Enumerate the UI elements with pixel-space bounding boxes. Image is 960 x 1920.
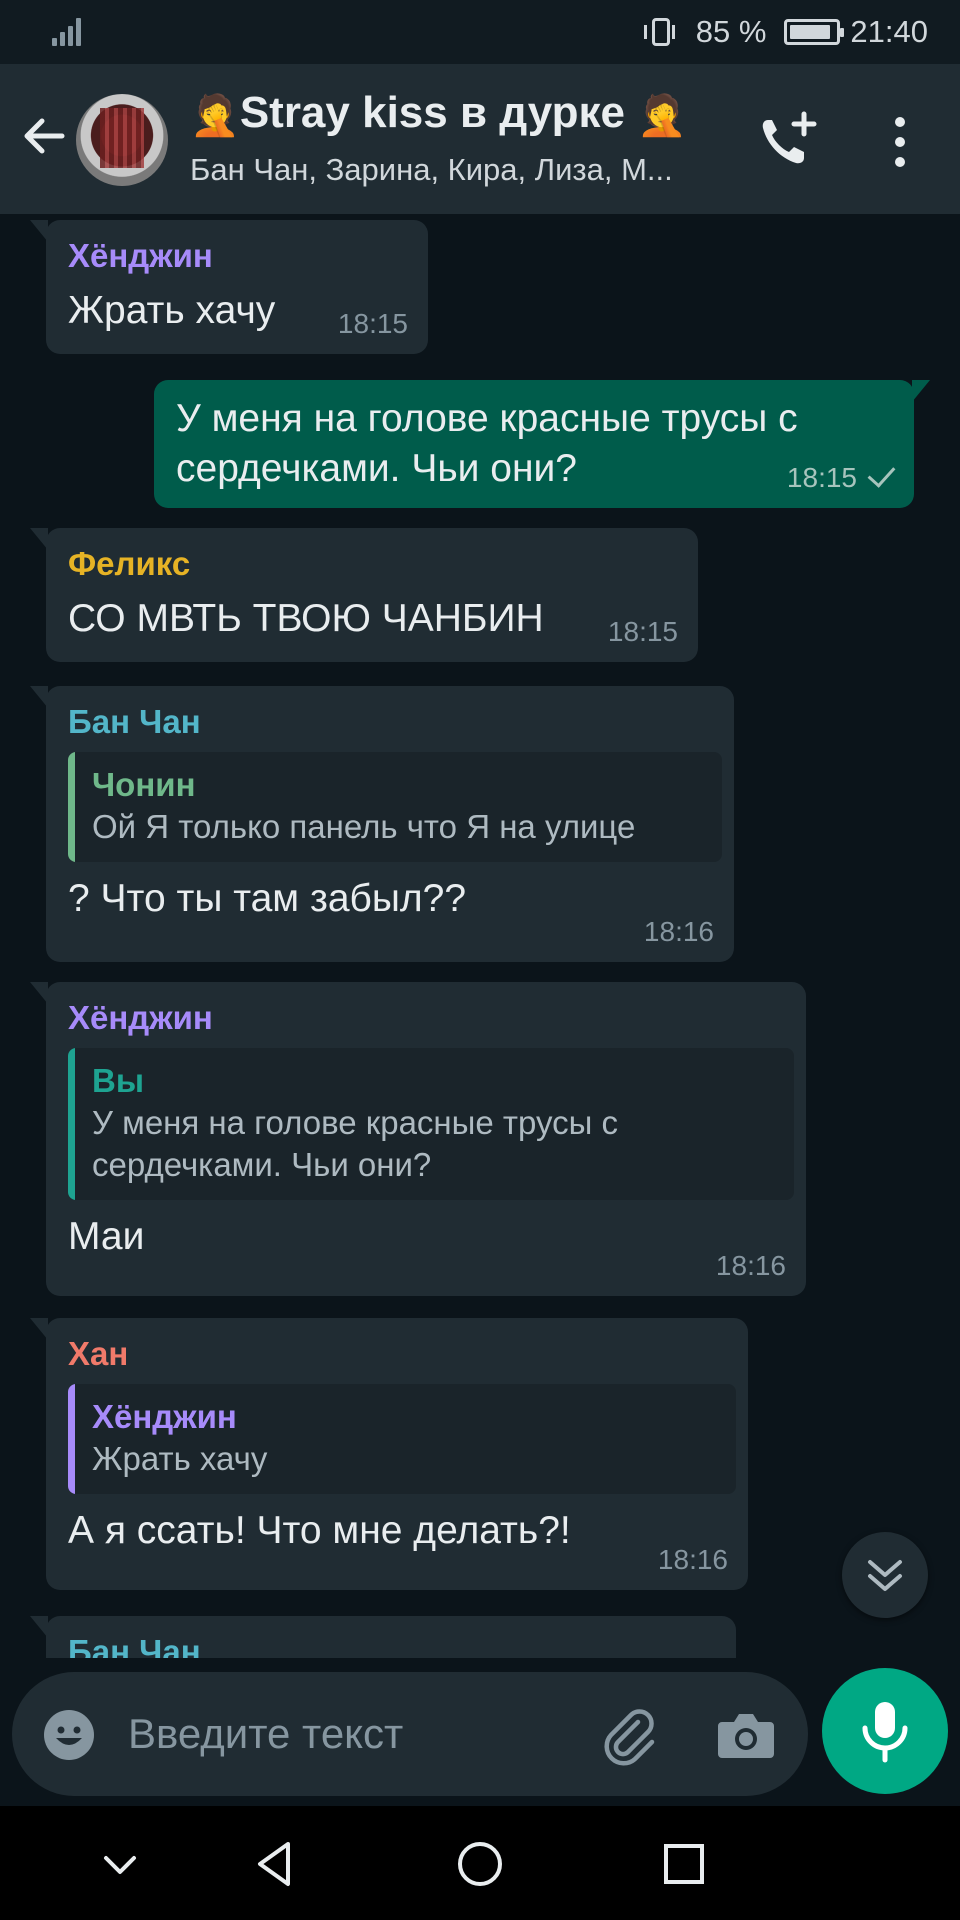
quoted-message[interactable]: Вы У меня на голове красные трусы с серд… [68, 1048, 794, 1200]
message-input-bar: Введите текст [12, 1672, 808, 1796]
message-time: 18:15 [607, 616, 678, 647]
sender-name: Бан Чан [68, 1633, 201, 1658]
sent-check-icon [867, 459, 896, 488]
sender-name: Хан [68, 1335, 129, 1372]
message-text: А я ссать! Что мне делать?! [68, 1509, 571, 1552]
message-bubble[interactable]: Хёнджин Жрать хачу 18:15 [30, 220, 428, 354]
message-bubble[interactable]: Хан Хёнджин Жрать хачу А я ссать! Что мн… [30, 1318, 748, 1590]
back-triangle-icon[interactable] [246, 1834, 306, 1894]
sender-name: Хёнджин [68, 999, 213, 1036]
back-arrow-icon[interactable] [18, 110, 70, 162]
message-text: СО МВТЬ ТВОЮ ЧАНБИН [68, 597, 544, 640]
quote-author: Чонин [92, 766, 196, 803]
message-time: 18:16 [715, 1250, 786, 1281]
signal-icon [52, 18, 86, 46]
sender-name: Феликс [68, 545, 191, 582]
quoted-message[interactable]: Чонин Ой Я только панель что Я на улице [68, 752, 722, 862]
quoted-message[interactable]: Хёнджин Жрать хачу [68, 1384, 736, 1494]
quote-author: Вы [92, 1062, 145, 1099]
message-time: 18:16 [643, 916, 714, 947]
chat-title[interactable]: 🤦Stray kiss в дурке 🤦 [190, 88, 730, 139]
scroll-to-bottom-button[interactable] [842, 1532, 928, 1618]
sender-name: Бан Чан [68, 703, 201, 740]
message-bubble[interactable]: Феликс СО МВТЬ ТВОЮ ЧАНБИН 18:15 [30, 528, 698, 662]
emoji-icon[interactable] [42, 1708, 96, 1762]
recents-square-icon[interactable] [654, 1834, 714, 1894]
status-bar: 85 % 21:40 [0, 0, 960, 64]
group-avatar[interactable] [76, 94, 168, 186]
message-list[interactable]: Хёнджин Жрать хачу 18:15 У меня на голов… [0, 214, 960, 1658]
battery-percent: 85 % [695, 14, 767, 49]
message-bubble[interactable]: Бан Чан [30, 1616, 736, 1658]
home-circle-icon[interactable] [450, 1834, 510, 1894]
hide-keyboard-chevron-icon[interactable] [90, 1834, 150, 1894]
double-chevron-down-icon [868, 1560, 902, 1591]
message-bubble[interactable]: Хёнджин Вы У меня на голове красные трус… [30, 982, 806, 1296]
add-call-icon[interactable] [754, 108, 824, 172]
message-time: 18:15 [337, 308, 408, 339]
facepalm-emoji-icon: 🤦 [190, 94, 240, 138]
message-bubble-outgoing[interactable]: У меня на голове красные трусы с сердечк… [154, 380, 930, 508]
system-navigation-bar [0, 1806, 960, 1920]
message-bubble[interactable]: Бан Чан Чонин Ой Я только панель что Я н… [30, 686, 734, 962]
quote-text: У меня на голове красные трусы с сердечк… [92, 1104, 619, 1183]
attach-paperclip-icon[interactable] [598, 1704, 660, 1766]
clock: 21:40 [850, 14, 928, 49]
message-text: Маи [68, 1215, 145, 1258]
quote-text: Ой Я только панель что Я на улице [92, 808, 636, 845]
battery-icon [784, 19, 845, 45]
camera-icon[interactable] [716, 1708, 776, 1762]
message-input[interactable]: Введите текст [128, 1710, 403, 1758]
facepalm-emoji-icon: 🤦 [637, 94, 688, 138]
chat-title-text: Stray kiss в дурке [239, 88, 625, 137]
quote-text: Жрать хачу [92, 1440, 268, 1477]
message-time: 18:15 [787, 459, 896, 494]
vibrate-icon [643, 18, 675, 46]
microphone-icon [862, 1702, 908, 1763]
message-text: ? Что ты там забыл?? [68, 877, 467, 920]
sender-name: Хёнджин [68, 237, 213, 274]
chat-members[interactable]: Бан Чан, Зарина, Кира, Лиза, М... [190, 152, 730, 188]
message-time: 18:16 [657, 1544, 728, 1575]
more-options-icon[interactable] [880, 114, 920, 170]
quote-author: Хёнджин [92, 1398, 237, 1435]
chat-header: 🤦Stray kiss в дурке 🤦 Бан Чан, Зарина, К… [0, 64, 960, 214]
voice-message-button[interactable] [822, 1668, 948, 1794]
message-text: У меня на голове красные трусы с сердечк… [176, 397, 798, 490]
